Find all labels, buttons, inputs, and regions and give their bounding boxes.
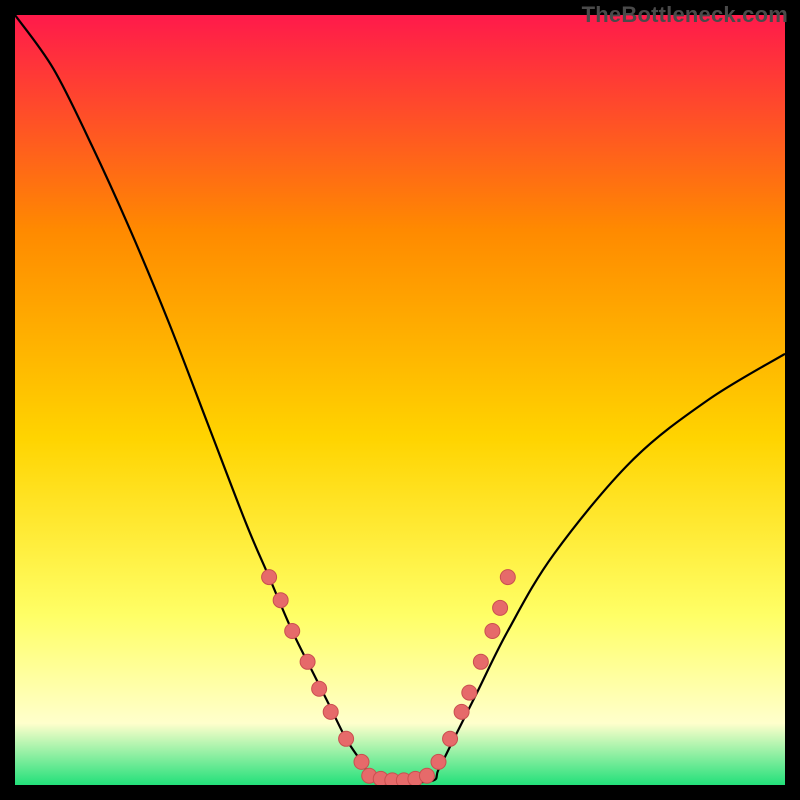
gradient-background: [15, 15, 785, 785]
data-dot: [454, 704, 469, 719]
data-dot: [300, 654, 315, 669]
data-dot: [431, 754, 446, 769]
data-dot: [312, 681, 327, 696]
data-dot: [273, 593, 288, 608]
data-dot: [485, 624, 500, 639]
data-dot: [262, 570, 277, 585]
data-dot: [473, 654, 488, 669]
data-dot: [419, 768, 434, 783]
bottleneck-chart: [15, 15, 785, 785]
data-dot: [493, 600, 508, 615]
data-dot: [339, 731, 354, 746]
data-dot: [443, 731, 458, 746]
watermark-text: TheBottleneck.com: [582, 2, 788, 28]
data-dot: [354, 754, 369, 769]
data-dot: [323, 704, 338, 719]
data-dot: [285, 624, 300, 639]
data-dot: [500, 570, 515, 585]
data-dot: [462, 685, 477, 700]
